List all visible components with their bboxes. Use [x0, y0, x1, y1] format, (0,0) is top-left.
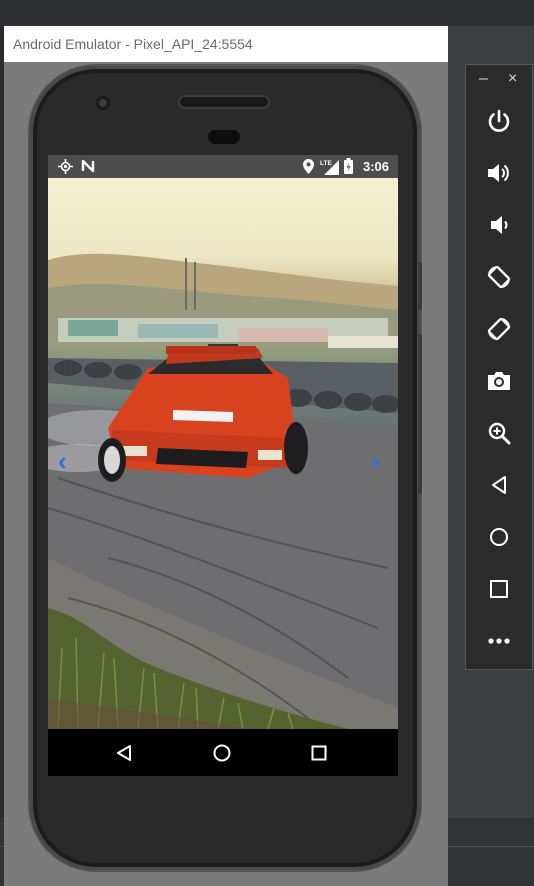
toolbar-back-icon[interactable]: [483, 469, 515, 501]
more-icon[interactable]: [483, 625, 515, 657]
phone-screen: LTE 3:06 ‹ ›: [48, 155, 398, 776]
status-bar: LTE 3:06: [48, 155, 398, 178]
nfc-icon: [81, 159, 95, 176]
ide-top-area: [0, 0, 534, 26]
minimize-button[interactable]: –: [479, 69, 488, 89]
recents-icon[interactable]: [305, 739, 333, 767]
camera-icon[interactable]: [483, 365, 515, 397]
carousel-image[interactable]: ‹ ›: [48, 178, 398, 729]
power-icon[interactable]: [483, 105, 515, 137]
front-camera: [96, 96, 110, 110]
volume-side-button: [418, 334, 422, 494]
rally-car-photo: [48, 253, 398, 729]
network-type-label: LTE: [320, 160, 332, 167]
home-icon[interactable]: [208, 739, 236, 767]
power-side-button: [418, 262, 422, 310]
volume-down-icon[interactable]: [483, 209, 515, 241]
carousel-next-arrow[interactable]: ›: [372, 448, 381, 474]
proximity-sensor: [208, 130, 240, 144]
emulator-title[interactable]: Android Emulator - Pixel_API_24:5554: [4, 26, 448, 62]
battery-icon: [344, 158, 353, 177]
toolbar-window-controls: – ×: [466, 65, 532, 95]
ide-panel: [448, 26, 534, 66]
close-button[interactable]: ×: [508, 69, 517, 89]
overview-icon[interactable]: [483, 573, 515, 605]
cellular-signal-icon: LTE: [320, 158, 340, 178]
location-pin-icon: [303, 159, 314, 177]
gps-icon: [58, 159, 73, 177]
volume-up-icon[interactable]: [483, 157, 515, 189]
carousel-prev-arrow[interactable]: ‹: [58, 448, 67, 474]
rotate-left-icon[interactable]: [483, 261, 515, 293]
status-time: 3:06: [362, 159, 389, 174]
back-icon[interactable]: [110, 739, 138, 767]
earpiece-speaker: [180, 97, 268, 107]
navigation-bar: [48, 729, 398, 776]
toolbar-home-icon[interactable]: [483, 521, 515, 553]
rotate-right-icon[interactable]: [483, 313, 515, 345]
emulator-toolbar: – ×: [465, 64, 533, 670]
zoom-icon[interactable]: [483, 417, 515, 449]
